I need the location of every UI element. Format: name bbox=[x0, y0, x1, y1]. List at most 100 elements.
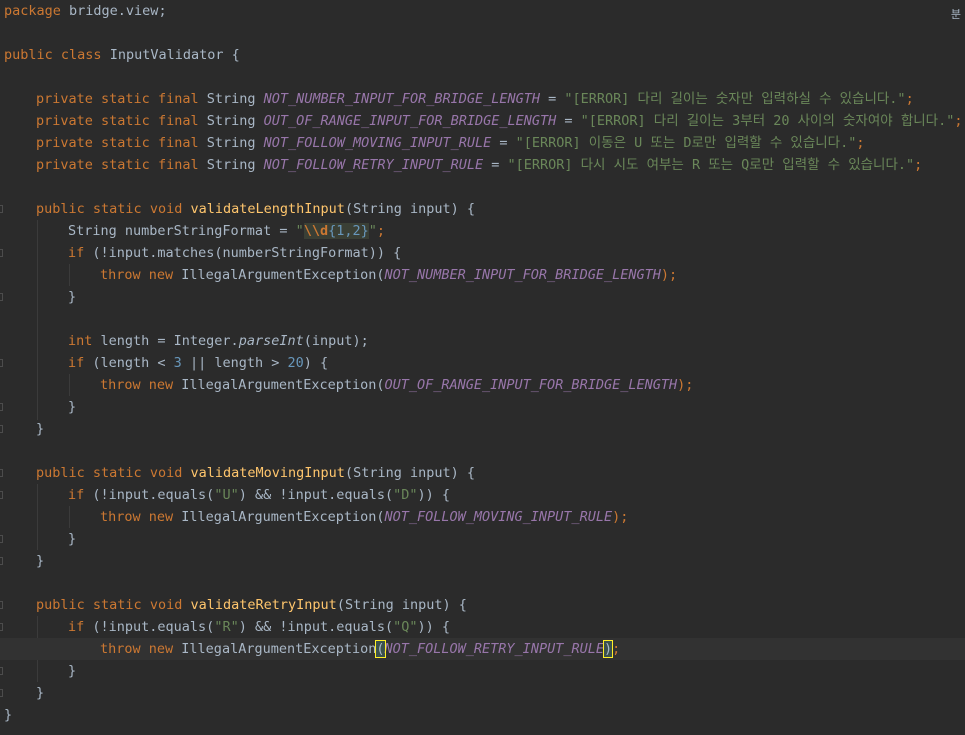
static-keyword: static bbox=[101, 91, 150, 107]
code-line-if-range[interactable]: if (length < 3 || length > 20) { bbox=[0, 352, 965, 374]
exception-class: IllegalArgumentException( bbox=[173, 509, 385, 525]
declaration: length = Integer. bbox=[92, 333, 239, 349]
code-line-close[interactable]: } bbox=[0, 286, 965, 308]
code-line-format[interactable]: String numberStringFormat = "\\d{1,2}"; bbox=[0, 220, 965, 242]
private-keyword: private bbox=[36, 157, 93, 173]
type-name: String bbox=[198, 91, 264, 107]
code-line-const-4[interactable]: private static final String NOT_FOLLOW_R… bbox=[0, 154, 965, 176]
int-keyword: int bbox=[68, 333, 93, 349]
public-keyword: public bbox=[36, 201, 85, 217]
statement-end: ); bbox=[612, 509, 629, 525]
semicolon: ; bbox=[954, 113, 963, 129]
private-keyword: private bbox=[36, 91, 93, 107]
string-quote: " bbox=[295, 223, 304, 239]
exception-class: IllegalArgumentException( bbox=[173, 267, 385, 283]
code-line-close[interactable]: } bbox=[0, 660, 965, 682]
code-line-if-retry[interactable]: if (!input.equals("R") && !input.equals(… bbox=[0, 616, 965, 638]
code-line-throw-1[interactable]: throw new IllegalArgumentException(NOT_N… bbox=[0, 264, 965, 286]
final-keyword: final bbox=[157, 157, 199, 173]
fold-marker-icon[interactable] bbox=[0, 403, 3, 411]
fold-marker-icon[interactable] bbox=[0, 557, 3, 565]
string-literal: "Q" bbox=[393, 619, 418, 635]
string-literal: "U" bbox=[214, 487, 239, 503]
class-keyword: class bbox=[60, 47, 102, 63]
semicolon: ; bbox=[914, 157, 923, 173]
fold-marker-icon[interactable] bbox=[0, 249, 3, 257]
constant-ref: NOT_FOLLOW_MOVING_INPUT_RULE bbox=[384, 509, 613, 525]
code-line-1[interactable]: package bridge.view; bbox=[0, 0, 965, 22]
code-line-close[interactable]: } bbox=[0, 550, 965, 572]
code-line-close[interactable]: } bbox=[0, 528, 965, 550]
fold-marker-icon[interactable] bbox=[0, 623, 3, 631]
code-line-if-moving[interactable]: if (!input.equals("U") && !input.equals(… bbox=[0, 484, 965, 506]
if-keyword: if bbox=[68, 355, 85, 371]
regex-quantifier: {1,2} bbox=[328, 223, 369, 239]
string-quote: " bbox=[368, 223, 377, 239]
code-line-class-close[interactable]: } bbox=[0, 704, 965, 726]
constant-ref: OUT_OF_RANGE_INPUT_FOR_BRIDGE_LENGTH bbox=[384, 377, 678, 393]
string-literal: "R" bbox=[214, 619, 239, 635]
closing-brace: } bbox=[68, 531, 77, 547]
code-line-method-moving[interactable]: public static void validateMovingInput(S… bbox=[0, 462, 965, 484]
final-keyword: final bbox=[157, 113, 199, 129]
method-params: (String input) { bbox=[344, 201, 475, 217]
code-line-3[interactable]: public class InputValidator { bbox=[0, 44, 965, 66]
code-line-throw-3[interactable]: throw new IllegalArgumentException(NOT_F… bbox=[0, 506, 965, 528]
matched-paren: ) bbox=[602, 640, 614, 658]
declaration: String numberStringFormat = bbox=[68, 223, 296, 239]
code-line-throw-2[interactable]: throw new IllegalArgumentException(OUT_O… bbox=[0, 374, 965, 396]
closing-brace: } bbox=[36, 553, 45, 569]
code-line-close[interactable]: } bbox=[0, 682, 965, 704]
new-keyword: new bbox=[148, 641, 174, 657]
void-keyword: void bbox=[149, 597, 183, 613]
code-line-close[interactable]: } bbox=[0, 418, 965, 440]
fold-marker-icon[interactable] bbox=[0, 491, 3, 499]
code-line-if-matches[interactable]: if (!input.matches(numberStringFormat)) … bbox=[0, 242, 965, 264]
condition-start: (length < bbox=[84, 355, 174, 371]
call-args: (input); bbox=[303, 333, 369, 349]
exception-class: IllegalArgumentException( bbox=[173, 377, 385, 393]
assign-op: = bbox=[556, 113, 581, 129]
code-line-method-length[interactable]: public static void validateLengthInput(S… bbox=[0, 198, 965, 220]
fold-marker-icon[interactable] bbox=[0, 205, 3, 213]
assign-op: = bbox=[491, 135, 516, 151]
private-keyword: private bbox=[36, 135, 93, 151]
string-literal: "[ERROR] 다리 길이는 숫자만 입력하실 수 있습니다." bbox=[564, 91, 906, 107]
code-line-throw-4-current[interactable]: throw new IllegalArgumentException(NOT_F… bbox=[0, 638, 965, 660]
statement-end: ); bbox=[660, 267, 678, 283]
code-line-close[interactable]: } bbox=[0, 396, 965, 418]
static-keyword: static bbox=[101, 135, 150, 151]
fold-marker-icon[interactable] bbox=[0, 425, 3, 433]
condition-mid: ) && !input.equals( bbox=[238, 487, 394, 503]
code-line-const-1[interactable]: private static final String NOT_NUMBER_I… bbox=[0, 88, 965, 110]
fold-marker-icon[interactable] bbox=[0, 359, 3, 367]
code-line-method-retry[interactable]: public static void validateRetryInput(St… bbox=[0, 594, 965, 616]
assign-op: = bbox=[483, 157, 508, 173]
code-line-parse[interactable]: int length = Integer.parseInt(input); bbox=[0, 330, 965, 352]
new-keyword: new bbox=[148, 377, 174, 393]
closing-brace: } bbox=[68, 663, 77, 679]
fold-marker-icon[interactable] bbox=[0, 689, 3, 697]
static-keyword: static bbox=[92, 465, 142, 481]
method-params: (String input) { bbox=[344, 465, 475, 481]
final-keyword: final bbox=[157, 91, 199, 107]
fold-marker-icon[interactable] bbox=[0, 535, 3, 543]
throw-keyword: throw bbox=[100, 509, 141, 525]
fold-marker-icon[interactable] bbox=[0, 469, 3, 477]
condition: (!input.matches(numberStringFormat)) { bbox=[92, 245, 402, 261]
public-keyword: public bbox=[36, 597, 85, 613]
constant-name: NOT_FOLLOW_MOVING_INPUT_RULE bbox=[263, 135, 492, 151]
static-keyword: static bbox=[92, 201, 142, 217]
condition-mid: || length > bbox=[181, 355, 288, 371]
type-name: String bbox=[198, 135, 264, 151]
static-keyword: static bbox=[92, 597, 142, 613]
semicolon: ; bbox=[856, 135, 865, 151]
fold-marker-icon[interactable] bbox=[0, 293, 3, 301]
code-line-const-2[interactable]: private static final String OUT_OF_RANGE… bbox=[0, 110, 965, 132]
fold-marker-icon[interactable] bbox=[0, 601, 3, 609]
code-line-const-3[interactable]: private static final String NOT_FOLLOW_M… bbox=[0, 132, 965, 154]
if-keyword: if bbox=[68, 487, 85, 503]
closing-brace: } bbox=[68, 399, 77, 415]
code-editor[interactable]: 분 package bridge.view; public class Inpu… bbox=[0, 0, 965, 735]
fold-marker-icon[interactable] bbox=[0, 667, 3, 675]
